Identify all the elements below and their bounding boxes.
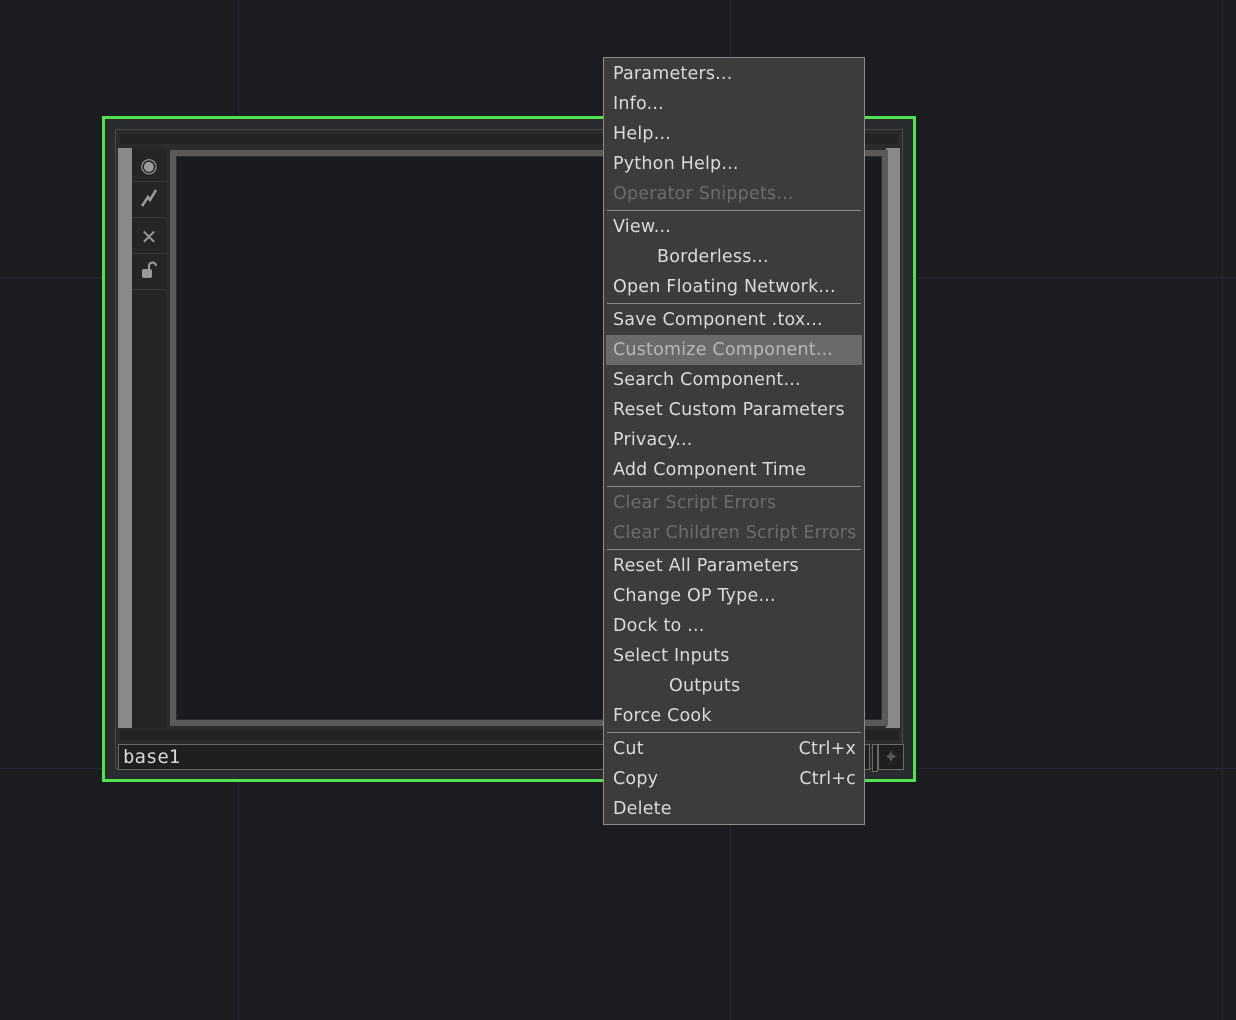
menu-item-label: Copy [613, 769, 659, 789]
menu-item-delete[interactable]: Delete [606, 794, 862, 824]
menu-item-reset-custom-parameters[interactable]: Reset Custom Parameters [606, 395, 862, 425]
viewer-toggle-button[interactable]: ◉ [132, 148, 166, 182]
menu-item-help[interactable]: Help... [606, 119, 862, 149]
menu-separator [607, 549, 861, 550]
menu-item-info[interactable]: Info... [606, 89, 862, 119]
menu-item-privacy[interactable]: Privacy... [606, 425, 862, 455]
bypass-button[interactable] [132, 184, 166, 218]
bypass-icon [139, 188, 159, 213]
delete-node-button[interactable]: ✕ [132, 220, 166, 254]
menu-item-shortcut: Ctrl+c [799, 769, 856, 789]
menu-item-parameters[interactable]: Parameters... [606, 59, 862, 89]
menu-item-select-inputs[interactable]: Select Inputs [606, 641, 862, 671]
lock-icon [139, 260, 159, 285]
menu-item-reset-all-parameters[interactable]: Reset All Parameters [606, 551, 862, 581]
pin-button[interactable]: ✦ [878, 744, 904, 770]
close-icon: ✕ [140, 224, 158, 249]
menu-separator [607, 210, 861, 211]
menu-item-clear-script-errors: Clear Script Errors [613, 493, 777, 513]
menu-item-clear-children-script-errors: Clear Children Script Errors [613, 523, 857, 543]
menu-item-label: Cut [613, 739, 644, 759]
menu-item-operator-snippets: Operator Snippets... [613, 184, 794, 204]
menu-item-copy[interactable]: Copy Ctrl+c [606, 764, 862, 794]
menu-item-change-op-type[interactable]: Change OP Type... [606, 581, 862, 611]
menu-item-cut[interactable]: Cut Ctrl+x [606, 734, 862, 764]
menu-item-select-outputs[interactable]: Outputs [606, 671, 862, 701]
input-connector-bar[interactable] [118, 148, 132, 728]
viewer-icon: ◉ [140, 152, 158, 177]
context-menu: Parameters... Info... Help... Python Hel… [603, 57, 865, 825]
menu-item-borderless[interactable]: Borderless... [606, 242, 862, 272]
menu-item-search-component[interactable]: Search Component... [606, 365, 862, 395]
node-tool-column: ◉ ✕ [132, 148, 166, 728]
menu-separator [607, 732, 861, 733]
output-connector-bar[interactable] [886, 148, 900, 728]
menu-separator [607, 486, 861, 487]
menu-item-open-floating-network[interactable]: Open Floating Network... [606, 272, 862, 302]
menu-separator [607, 303, 861, 304]
menu-item-save-component[interactable]: Save Component .tox... [606, 305, 862, 335]
menu-item-python-help[interactable]: Python Help... [606, 149, 862, 179]
menu-item-force-cook[interactable]: Force Cook [606, 701, 862, 731]
menu-item-add-component-time[interactable]: Add Component Time [606, 455, 862, 485]
menu-item-view[interactable]: View... [606, 212, 862, 242]
menu-item-shortcut: Ctrl+x [798, 739, 856, 759]
menu-item-dock-to[interactable]: Dock to ... [606, 611, 862, 641]
grid-line [1222, 0, 1223, 1020]
lock-button[interactable] [132, 256, 166, 290]
pin-icon: ✦ [883, 746, 899, 768]
menu-item-customize-component[interactable]: Customize Component... [606, 335, 862, 365]
